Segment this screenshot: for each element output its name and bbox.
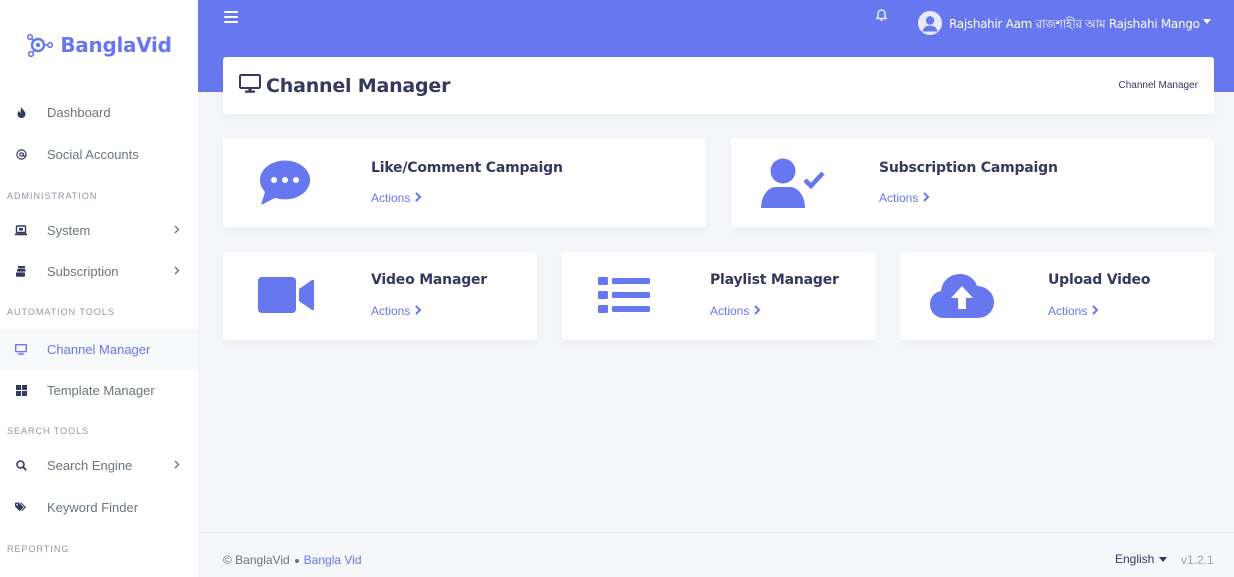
sidebar-item-template-manager[interactable]: Template Manager [0,370,198,410]
actions-link[interactable]: Actions [879,191,930,205]
sidebar-item-label: Social Accounts [47,146,139,162]
card-video-manager: Video Manager Actions [223,252,537,340]
card-playlist-manager: Playlist Manager Actions [562,252,876,340]
brand-name: BanglaVid [60,33,172,57]
network-logo-icon [27,33,54,57]
card-title: Playlist Manager [710,272,839,288]
search-icon [15,459,27,471]
separator-dot [294,558,299,563]
fire-icon [15,106,27,118]
cards-icon [15,265,27,277]
menu-header-search-tools: SEARCH TOOLS [7,426,90,436]
caret-down-icon[interactable] [1159,557,1167,562]
sidebar-item-keyword-finder[interactable]: Keyword Finder [0,487,198,527]
page-title: Channel Manager [266,75,451,97]
menu-header-administration: ADMINISTRATION [7,191,98,201]
chevron-right-icon [415,304,422,318]
sidebar-item-channel-manager[interactable]: Channel Manager [0,329,198,369]
comment-dots-icon [259,160,311,211]
sidebar-item-label: Channel Manager [47,341,151,357]
sidebar-item-search-engine[interactable]: Search Engine [0,445,198,485]
chevron-right-icon [415,191,422,205]
copyright-text: © BanglaVid [223,553,290,567]
footer-copyright: © BanglaVid Bangla Vid [223,553,362,567]
sidebar-item-system[interactable]: System [0,210,198,250]
section-header: Channel Manager Channel Manager [223,57,1214,114]
brand-logo[interactable]: BanglaVid [0,0,198,90]
card-title: Video Manager [371,272,488,288]
actions-link-label: Actions [371,304,411,318]
card-upload-video: Upload Video Actions [900,252,1214,340]
actions-link[interactable]: Actions [371,304,422,318]
sidebar-item-label: Dashboard [47,104,111,120]
chevron-right-icon [923,191,930,205]
chevron-right-icon [174,458,180,472]
bell-icon[interactable] [875,9,888,27]
brand-name-part1: Bangla [60,33,137,57]
video-camera-icon [258,277,314,318]
chevron-right-icon [174,264,180,278]
actions-link[interactable]: Actions [1048,304,1099,318]
sidebar-item-label: Subscription [47,263,119,279]
actions-link-label: Actions [1048,304,1088,318]
cloud-upload-icon [930,272,994,323]
chevron-right-icon [1092,304,1099,318]
menu-header-reporting: REPORTING [7,544,70,554]
avatar[interactable] [918,11,942,35]
actions-link-label: Actions [879,191,919,205]
sidebar-item-dashboard[interactable]: Dashboard [0,92,198,132]
footer: © BanglaVid Bangla Vid English v1.2.1 [198,532,1234,577]
chevron-right-icon [754,304,761,318]
actions-link-label: Actions [371,191,411,205]
menu-header-automation-tools: AUTOMATION TOOLS [7,307,115,317]
sidebar-item-label: Template Manager [47,382,155,398]
desktop-icon [239,74,261,99]
caret-down-icon[interactable] [1203,19,1211,24]
chevron-right-icon [174,223,180,237]
actions-link-label: Actions [710,304,750,318]
user-name-dropdown[interactable]: Rajshahir Aam রাজশাহীর আম Rajshahi Mango [949,16,1200,36]
language-dropdown[interactable]: English [1115,552,1154,566]
card-title: Upload Video [1048,272,1151,288]
card-subscription-campaign: Subscription Campaign Actions [731,138,1214,227]
laptop-icon [15,224,27,236]
footer-link[interactable]: Bangla Vid [304,553,362,567]
version-label: v1.2.1 [1181,553,1214,567]
desktop-icon [15,343,27,355]
actions-link[interactable]: Actions [371,191,422,205]
card-title: Subscription Campaign [879,160,1058,176]
sidebar-item-label: Search Engine [47,457,133,473]
tags-icon [15,501,27,513]
list-icon [598,277,650,318]
card-title: Like/Comment Campaign [371,160,563,176]
breadcrumb[interactable]: Channel Manager [1119,80,1199,91]
actions-link[interactable]: Actions [710,304,761,318]
card-like-comment-campaign: Like/Comment Campaign Actions [223,138,706,227]
grid-icon [15,384,27,396]
user-check-icon [761,158,827,215]
sidebar-item-label: System [47,222,91,238]
sidebar: BanglaVid Dashboard Social Accounts ADMI… [0,0,198,577]
at-sign-icon [15,148,27,160]
sidebar-item-label: Keyword Finder [47,499,139,515]
brand-name-part2: Vid [136,33,172,57]
sidebar-item-subscription[interactable]: Subscription [0,251,198,291]
sidebar-item-social-accounts[interactable]: Social Accounts [0,134,198,174]
hamburger-menu-icon[interactable] [224,11,238,23]
